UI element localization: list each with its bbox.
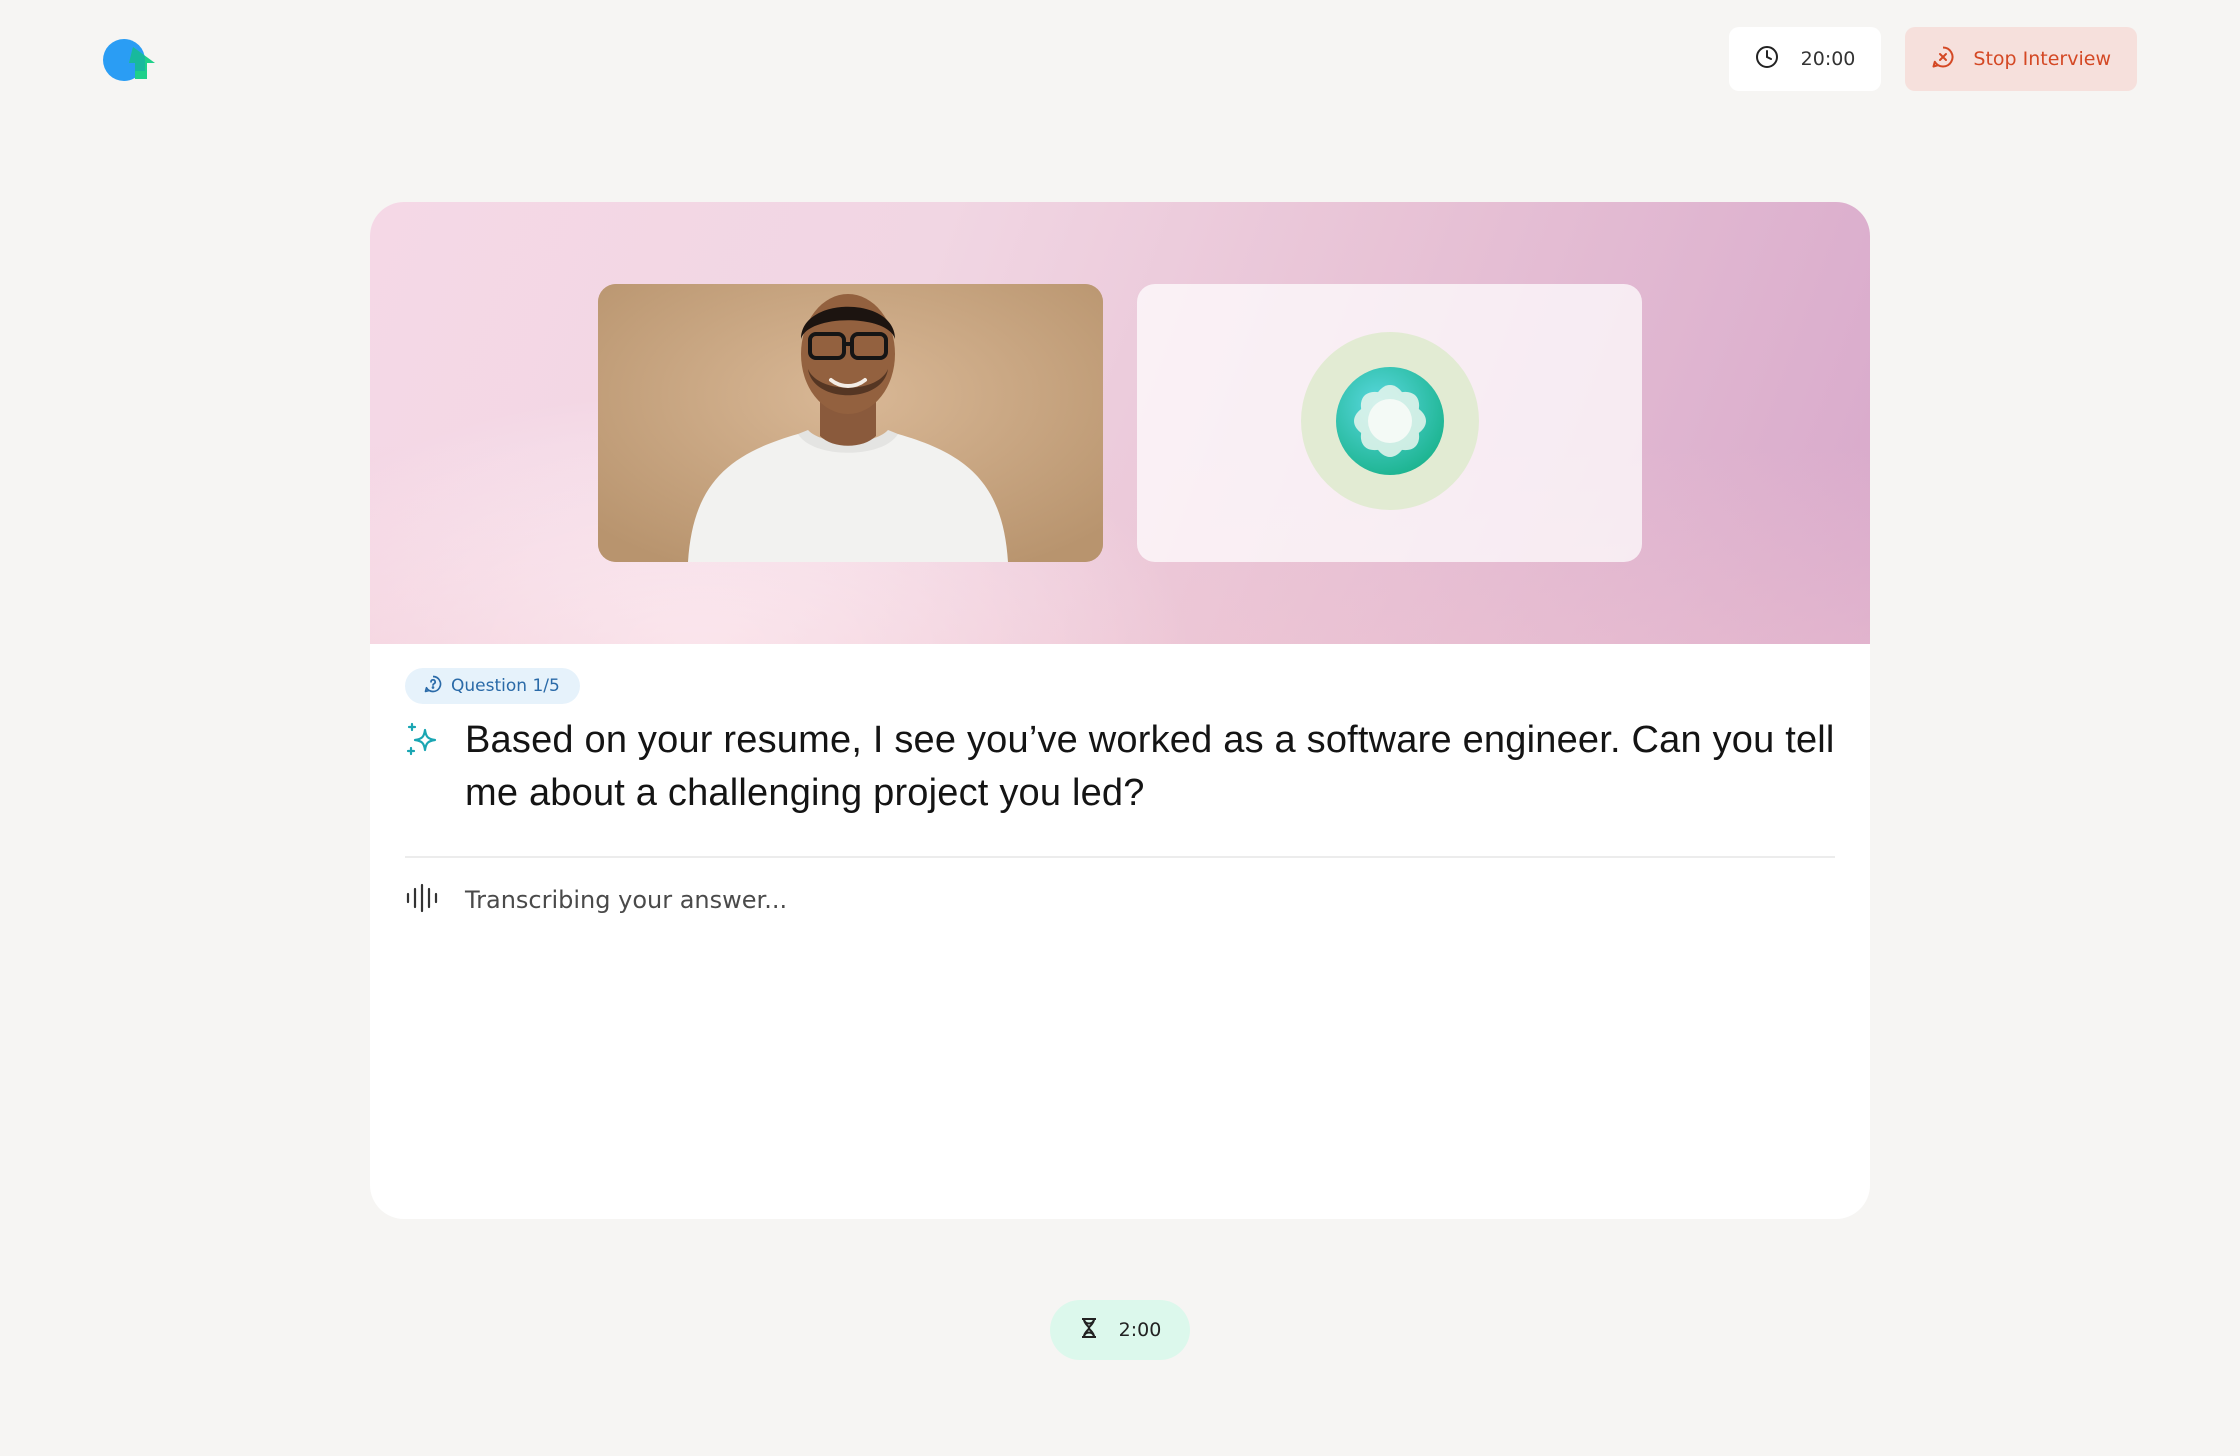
chat-question-icon xyxy=(423,674,443,699)
interview-timer: 20:00 xyxy=(1728,27,1882,91)
stop-interview-label: Stop Interview xyxy=(1973,48,2111,70)
chat-x-icon xyxy=(1931,45,1955,74)
question-text: Based on your resume, I see you’ve worke… xyxy=(465,719,1835,814)
question-counter-label: Question 1/5 xyxy=(451,676,560,696)
ai-orb-icon xyxy=(1300,331,1480,515)
stop-interview-button[interactable]: Stop Interview xyxy=(1905,27,2137,91)
sparkle-icon xyxy=(405,722,441,820)
divider xyxy=(405,856,1835,858)
ai-interviewer-tile xyxy=(1137,284,1642,562)
interview-timer-value: 20:00 xyxy=(1800,48,1856,70)
video-area xyxy=(370,202,1870,644)
question-block: Based on your resume, I see you’ve worke… xyxy=(405,714,1835,820)
answer-timer: 2:00 xyxy=(1050,1300,1190,1360)
question-counter-badge: Question 1/5 xyxy=(405,668,580,704)
brand-logo-icon[interactable] xyxy=(103,37,155,83)
user-camera-feed xyxy=(598,284,1103,562)
transcription-status: Transcribing your answer... xyxy=(405,883,787,917)
answer-timer-value: 2:00 xyxy=(1118,1319,1162,1341)
interview-card: Question 1/5 Based on your resume, I see… xyxy=(370,202,1870,1219)
header-actions: 20:00 Stop Interview xyxy=(1728,27,2137,91)
clock-icon xyxy=(1755,45,1779,74)
hourglass-icon xyxy=(1079,1317,1099,1344)
audio-wave-icon xyxy=(405,883,441,917)
transcription-status-text: Transcribing your answer... xyxy=(465,886,788,914)
